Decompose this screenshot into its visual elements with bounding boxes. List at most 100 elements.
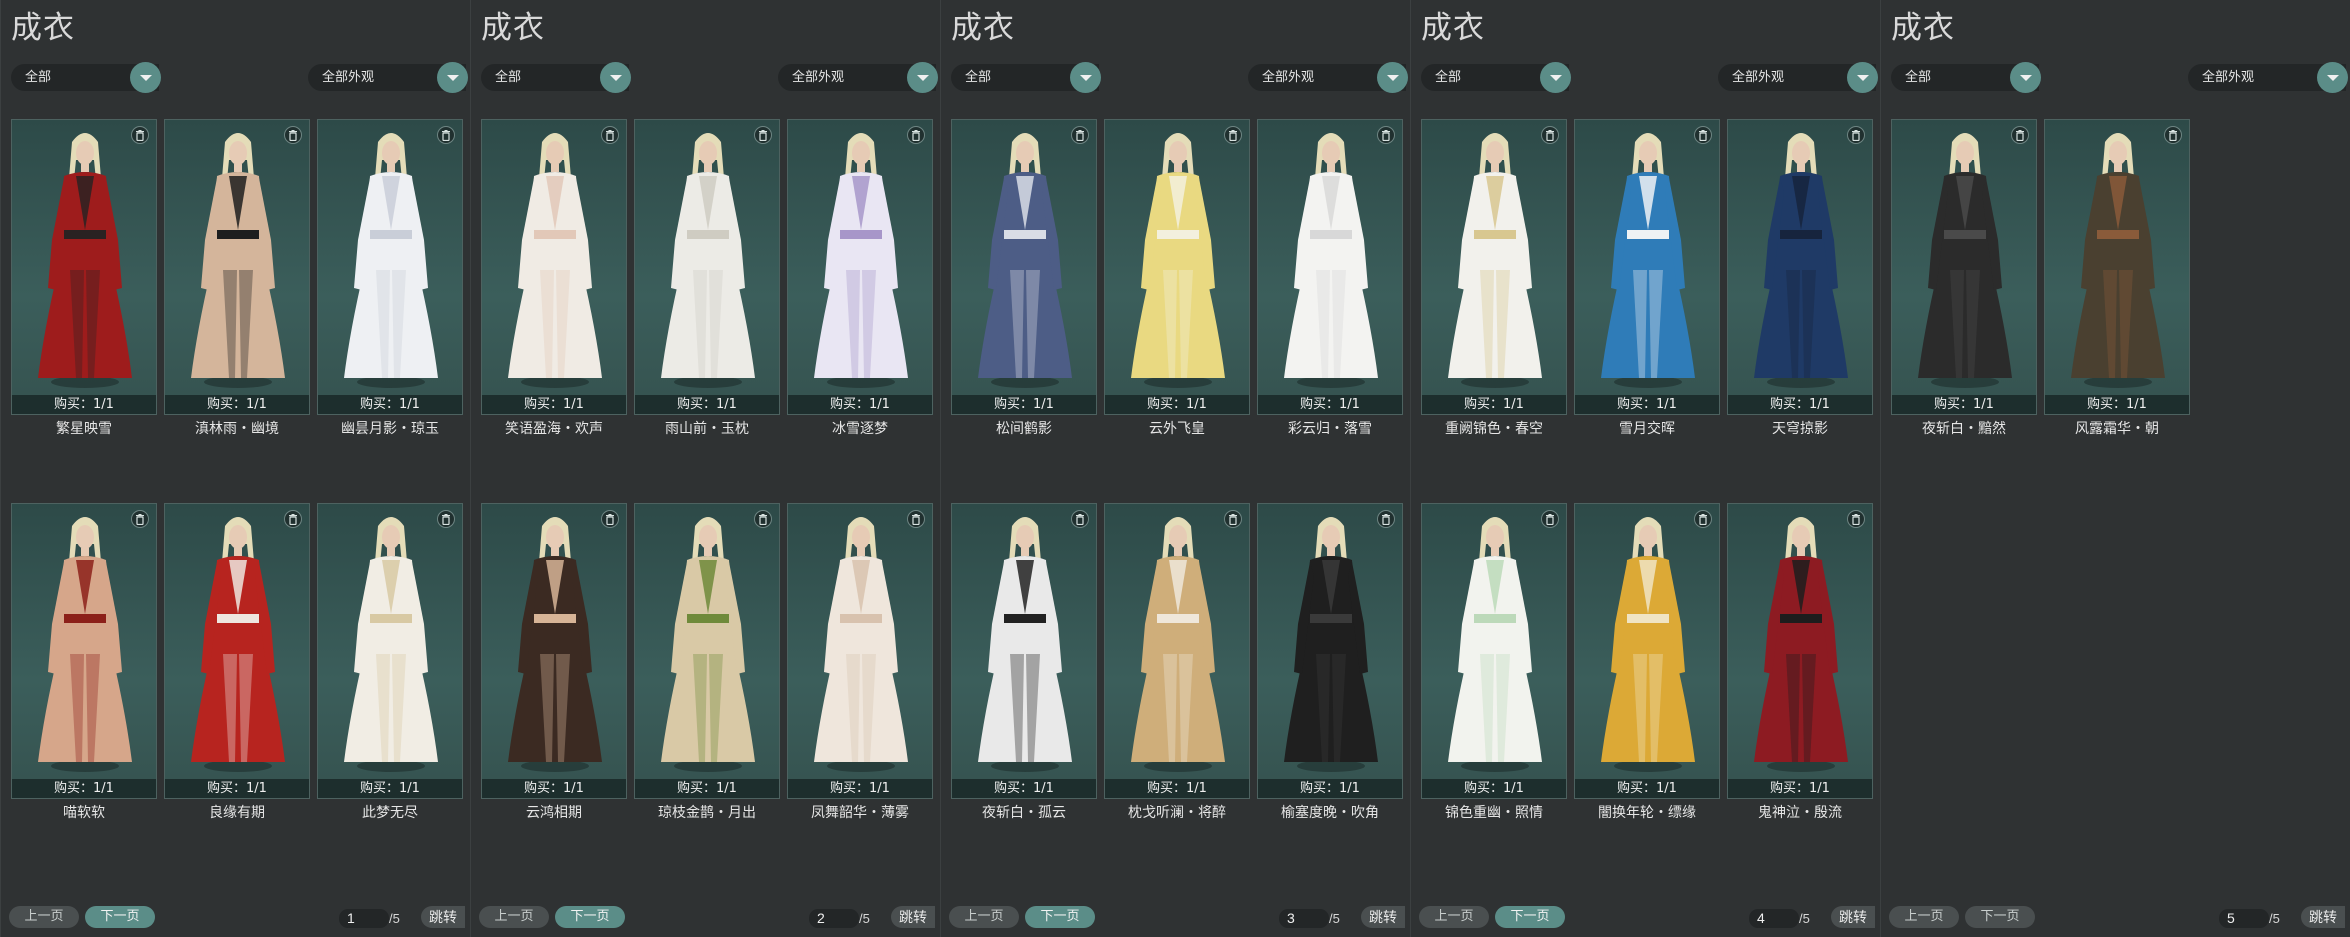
chevron-down-icon[interactable]	[1847, 62, 1878, 93]
category-filter-dropdown[interactable]: 全部	[1891, 62, 2041, 93]
jump-button[interactable]: 跳转	[891, 906, 935, 928]
jump-button[interactable]: 跳转	[1831, 906, 1875, 928]
outfit-card[interactable]: 购买：1/1	[1104, 503, 1250, 799]
outfit-preview-image	[165, 504, 311, 776]
trash-icon[interactable]	[437, 126, 455, 144]
category-filter-dropdown[interactable]: 全部	[481, 62, 631, 93]
trash-icon[interactable]	[1071, 126, 1089, 144]
next-page-button[interactable]: 下一页	[85, 906, 155, 928]
jump-button[interactable]: 跳转	[1361, 906, 1405, 928]
outfit-name: 雨山前・玉枕	[665, 421, 749, 437]
category-filter-dropdown[interactable]: 全部	[1421, 62, 1571, 93]
outfit-card[interactable]: 购买：1/1	[317, 119, 463, 415]
outfit-card[interactable]: 购买：1/1	[11, 119, 157, 415]
trash-icon[interactable]	[437, 510, 455, 528]
chevron-down-icon[interactable]	[907, 62, 938, 93]
trash-icon[interactable]	[2011, 126, 2029, 144]
prev-page-button[interactable]: 上一页	[1419, 906, 1489, 928]
purchase-limit-label: 购买：1/1	[952, 779, 1096, 798]
outfit-card[interactable]: 购买：1/1	[1257, 119, 1403, 415]
chevron-down-icon[interactable]	[1377, 62, 1408, 93]
outfit-preview-image	[952, 504, 1098, 776]
outfit-preview-image	[1105, 504, 1251, 776]
chevron-down-icon[interactable]	[2010, 62, 2041, 93]
outfit-card[interactable]: 购买：1/1	[1257, 503, 1403, 799]
prev-page-button[interactable]: 上一页	[9, 906, 79, 928]
next-page-button[interactable]: 下一页	[555, 906, 625, 928]
jump-button[interactable]: 跳转	[421, 906, 465, 928]
appearance-filter-dropdown[interactable]: 全部外观	[1718, 62, 1878, 93]
page-number-input[interactable]: 3	[1279, 909, 1329, 928]
trash-icon[interactable]	[131, 126, 149, 144]
outfit-card[interactable]: 购买：1/1	[1727, 503, 1873, 799]
prev-page-button[interactable]: 上一页	[949, 906, 1019, 928]
outfit-card[interactable]: 购买：1/1	[951, 503, 1097, 799]
outfit-card[interactable]: 购买：1/1	[2044, 119, 2190, 415]
chevron-down-icon[interactable]	[130, 62, 161, 93]
page-number-input[interactable]: 2	[809, 909, 859, 928]
page-number-input[interactable]: 5	[2219, 909, 2269, 928]
trash-icon[interactable]	[907, 126, 925, 144]
outfit-card[interactable]: 购买：1/1	[1891, 119, 2037, 415]
outfit-preview-image	[318, 120, 464, 392]
trash-icon[interactable]	[284, 510, 302, 528]
outfit-card[interactable]: 购买：1/1	[787, 503, 933, 799]
outfit-card[interactable]: 购买：1/1	[481, 503, 627, 799]
outfit-card[interactable]: 购买：1/1	[164, 119, 310, 415]
trash-icon[interactable]	[1224, 126, 1242, 144]
trash-icon[interactable]	[2164, 126, 2182, 144]
trash-icon[interactable]	[1071, 510, 1089, 528]
next-page-button[interactable]: 下一页	[1495, 906, 1565, 928]
next-page-button[interactable]: 下一页	[1965, 906, 2035, 928]
trash-icon[interactable]	[1377, 126, 1395, 144]
trash-icon[interactable]	[907, 510, 925, 528]
outfit-card[interactable]: 购买：1/1	[1421, 503, 1567, 799]
outfit-card[interactable]: 购买：1/1	[951, 119, 1097, 415]
prev-page-button[interactable]: 上一页	[1889, 906, 1959, 928]
trash-icon[interactable]	[1694, 510, 1712, 528]
appearance-filter-dropdown[interactable]: 全部外观	[778, 62, 938, 93]
trash-icon[interactable]	[131, 510, 149, 528]
purchase-limit-label: 购买：1/1	[788, 395, 932, 414]
trash-icon[interactable]	[754, 510, 772, 528]
trash-icon[interactable]	[754, 126, 772, 144]
outfit-card[interactable]: 购买：1/1	[481, 119, 627, 415]
chevron-down-icon[interactable]	[1070, 62, 1101, 93]
category-filter-dropdown[interactable]: 全部	[11, 62, 161, 93]
outfit-card[interactable]: 购买：1/1	[1421, 119, 1567, 415]
outfit-card[interactable]: 购买：1/1	[164, 503, 310, 799]
trash-icon[interactable]	[601, 126, 619, 144]
chevron-down-icon[interactable]	[600, 62, 631, 93]
outfit-card[interactable]: 购买：1/1	[1104, 119, 1250, 415]
chevron-down-icon[interactable]	[2317, 62, 2348, 93]
outfit-card[interactable]: 购买：1/1	[787, 119, 933, 415]
outfit-card[interactable]: 购买：1/1	[1727, 119, 1873, 415]
outfit-preview-image	[12, 504, 158, 776]
page-number-input[interactable]: 4	[1749, 909, 1799, 928]
appearance-filter-dropdown[interactable]: 全部外观	[1248, 62, 1408, 93]
trash-icon[interactable]	[284, 126, 302, 144]
trash-icon[interactable]	[1847, 510, 1865, 528]
category-filter-dropdown[interactable]: 全部	[951, 62, 1101, 93]
chevron-down-icon[interactable]	[1540, 62, 1571, 93]
trash-icon[interactable]	[1541, 510, 1559, 528]
outfit-card[interactable]: 购买：1/1	[11, 503, 157, 799]
trash-icon[interactable]	[1377, 510, 1395, 528]
trash-icon[interactable]	[601, 510, 619, 528]
appearance-filter-dropdown[interactable]: 全部外观	[2188, 62, 2348, 93]
outfit-card[interactable]: 购买：1/1	[634, 503, 780, 799]
trash-icon[interactable]	[1694, 126, 1712, 144]
next-page-button[interactable]: 下一页	[1025, 906, 1095, 928]
outfit-card[interactable]: 购买：1/1	[1574, 503, 1720, 799]
page-number-input[interactable]: 1	[339, 909, 389, 928]
outfit-card[interactable]: 购买：1/1	[1574, 119, 1720, 415]
trash-icon[interactable]	[1541, 126, 1559, 144]
appearance-filter-dropdown[interactable]: 全部外观	[308, 62, 468, 93]
jump-button[interactable]: 跳转	[2301, 906, 2345, 928]
outfit-card[interactable]: 购买：1/1	[634, 119, 780, 415]
trash-icon[interactable]	[1847, 126, 1865, 144]
outfit-card[interactable]: 购买：1/1	[317, 503, 463, 799]
trash-icon[interactable]	[1224, 510, 1242, 528]
chevron-down-icon[interactable]	[437, 62, 468, 93]
prev-page-button[interactable]: 上一页	[479, 906, 549, 928]
